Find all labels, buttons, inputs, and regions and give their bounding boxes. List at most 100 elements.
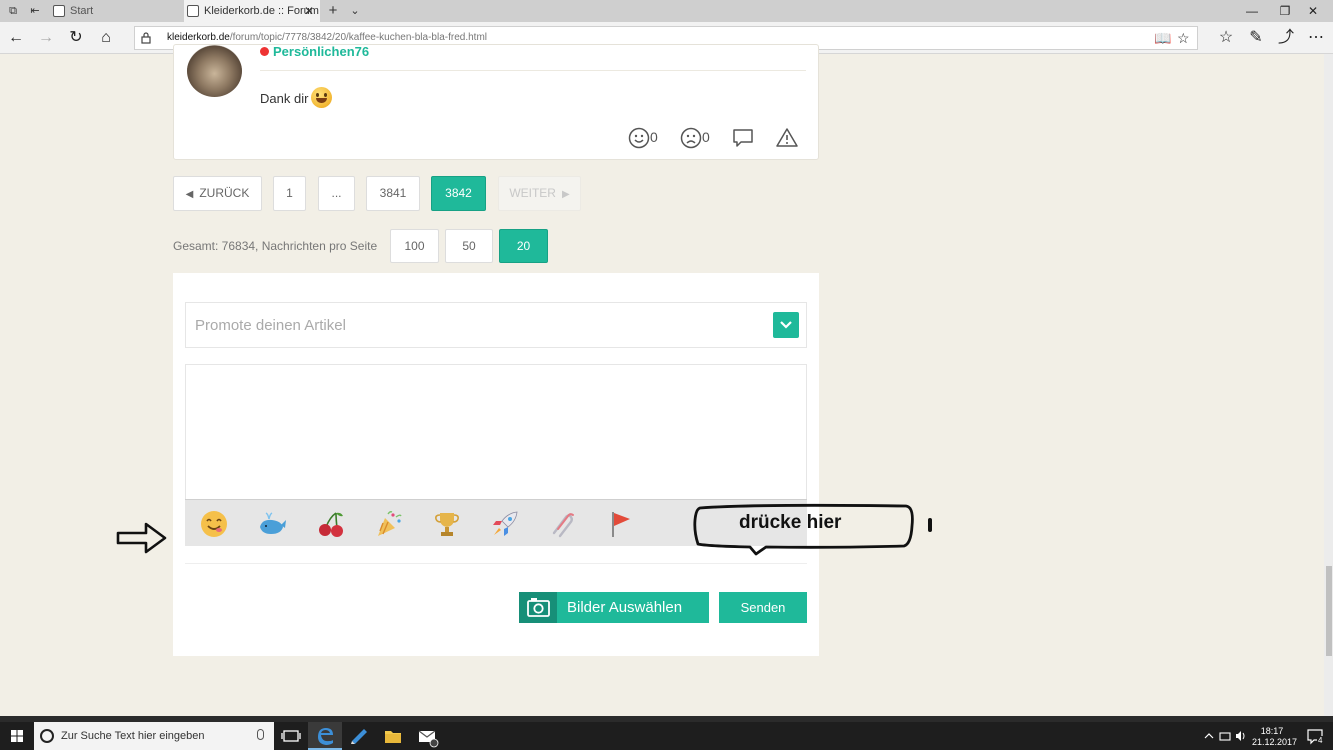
- windows-logo-icon: [11, 730, 23, 742]
- avatar[interactable]: [187, 45, 242, 97]
- sad-face-icon: [680, 128, 702, 149]
- party-popper-category-icon[interactable]: [374, 509, 404, 539]
- whale-category-icon[interactable]: [257, 509, 287, 539]
- tab-preview-chevron-icon[interactable]: ⌄: [348, 4, 362, 18]
- close-tab-icon[interactable]: ✕: [304, 0, 314, 22]
- flag-category-icon[interactable]: [606, 509, 636, 539]
- arrow-left-icon: ◀: [185, 189, 194, 200]
- tray-icons[interactable]: [1200, 722, 1252, 750]
- folder-icon: [385, 731, 401, 743]
- action-center-button[interactable]: 4: [1298, 722, 1333, 750]
- home-icon[interactable]: ⌂: [97, 29, 115, 47]
- taskbar-clock[interactable]: 18:17 21.12.2017: [1252, 726, 1298, 748]
- tab-actions-icon[interactable]: ⧉: [6, 4, 20, 18]
- notification-icon: [1307, 729, 1323, 745]
- like-count: 0: [650, 129, 658, 145]
- page-scrollbar-thumb[interactable]: [1326, 566, 1332, 656]
- send-button[interactable]: Senden: [719, 592, 807, 623]
- select-images-button[interactable]: Bilder Auswählen: [519, 592, 709, 623]
- per-page-100-button[interactable]: 100: [390, 229, 439, 263]
- start-tab-icon: [53, 5, 65, 17]
- edge-browser-taskbar-button[interactable]: [308, 722, 342, 750]
- reading-view-icon[interactable]: 📖: [1154, 30, 1171, 46]
- pagination-back-button[interactable]: ◀ ZURÜCK: [173, 176, 262, 211]
- cortana-circle-icon: [40, 729, 54, 743]
- smiley-category-icon[interactable]: [199, 509, 229, 539]
- forum-post: Persönlichen76 Dank dir 0 0: [173, 44, 819, 160]
- select-images-label: Bilder Auswählen: [567, 599, 683, 616]
- dislike-count: 0: [702, 129, 710, 145]
- taskbar-search-input[interactable]: Zur Suche Text hier eingeben: [34, 722, 274, 750]
- new-tab-icon[interactable]: +: [326, 3, 340, 18]
- taskbar-search-placeholder: Zur Suche Text hier eingeben: [61, 730, 205, 742]
- paperclip-category-icon[interactable]: [548, 509, 578, 539]
- more-menu-icon[interactable]: ⋯: [1307, 29, 1325, 47]
- report-button[interactable]: [776, 127, 798, 149]
- per-page-20-button[interactable]: 20: [499, 229, 548, 263]
- system-tray: [1200, 722, 1252, 750]
- annotation-mark: [928, 518, 932, 532]
- make-note-icon[interactable]: ✎: [1247, 29, 1265, 47]
- camera-icon: [527, 598, 550, 617]
- post-divider: [260, 70, 806, 71]
- reply-button[interactable]: [732, 127, 754, 149]
- edge-logo-icon: [318, 728, 333, 745]
- per-page-50-button[interactable]: 50: [445, 229, 493, 263]
- browser-tab-bar: ⧉ ⇤ Start Kleiderkorb.de :: Forum ✕ + ⌄ …: [0, 0, 1333, 22]
- file-explorer-taskbar-button[interactable]: [376, 722, 410, 750]
- editor-divider: [185, 563, 807, 564]
- page-ellipsis: ...: [318, 176, 355, 211]
- lock-icon: [141, 32, 151, 44]
- page-button-3842-current[interactable]: 3842: [431, 176, 486, 211]
- clock-date: 21.12.2017: [1252, 737, 1298, 747]
- refresh-icon[interactable]: ↻: [67, 29, 85, 47]
- smiley-face-icon: [628, 128, 650, 149]
- page-button-3841[interactable]: 3841: [366, 176, 420, 211]
- page-button-1[interactable]: 1: [273, 176, 306, 211]
- arrow-right-icon: ▶: [561, 189, 570, 200]
- annotation-arrow-icon: [116, 522, 167, 554]
- mail-icon: [418, 730, 439, 748]
- favorite-star-icon[interactable]: ☆: [1177, 30, 1190, 46]
- back-arrow-icon[interactable]: ←: [7, 29, 25, 47]
- rocket-category-icon[interactable]: [490, 509, 520, 539]
- like-reaction[interactable]: 0: [628, 127, 658, 149]
- tab-start-label: Start: [70, 5, 94, 17]
- notification-badge: 4: [1317, 736, 1324, 745]
- promote-article-select[interactable]: Promote deinen Artikel: [185, 302, 807, 348]
- post-text: Dank dir: [260, 87, 333, 108]
- tab-start[interactable]: Start: [50, 0, 180, 22]
- start-button[interactable]: [0, 722, 34, 750]
- annotation-text: drücke hier: [739, 512, 842, 533]
- post-username[interactable]: Persönlichen76: [260, 45, 369, 59]
- favorites-hub-icon[interactable]: ☆: [1217, 29, 1235, 47]
- tab-forum-label: Kleiderkorb.de :: Forum: [204, 5, 319, 17]
- dislike-reaction[interactable]: 0: [680, 127, 710, 149]
- warning-icon: [776, 128, 798, 148]
- windows-taskbar: Zur Suche Text hier eingeben 18:17 21.12…: [0, 716, 1333, 750]
- forward-arrow-icon[interactable]: →: [37, 29, 55, 47]
- trophy-category-icon[interactable]: [432, 509, 462, 539]
- clock-time: 18:17: [1260, 726, 1284, 736]
- page-tab-icon: [187, 5, 199, 17]
- message-textarea[interactable]: [185, 364, 807, 499]
- set-aside-tabs-icon[interactable]: ⇤: [28, 4, 42, 18]
- microphone-icon[interactable]: [257, 729, 264, 740]
- chevron-down-icon: [780, 321, 792, 329]
- promote-placeholder: Promote deinen Artikel: [195, 317, 346, 334]
- status-dot-icon: [260, 47, 269, 56]
- dropdown-chevron-button[interactable]: [773, 312, 799, 338]
- task-view-button[interactable]: [274, 722, 308, 750]
- share-icon[interactable]: ⤴: [1277, 29, 1295, 47]
- camera-button-segment: [519, 592, 557, 623]
- store-taskbar-button[interactable]: [342, 722, 376, 750]
- task-view-icon: [281, 730, 301, 742]
- comment-icon: [733, 129, 753, 148]
- cherries-category-icon[interactable]: [316, 509, 346, 539]
- mail-taskbar-button[interactable]: [410, 722, 444, 750]
- grinning-emoji-icon: [311, 87, 333, 108]
- pen-app-icon: [351, 729, 367, 744]
- tab-kleiderkorb-forum[interactable]: Kleiderkorb.de :: Forum ✕: [184, 0, 320, 22]
- close-window-icon[interactable]: ✕: [1290, 0, 1333, 22]
- total-messages-label: Gesamt: 76834, Nachrichten pro Seite: [173, 239, 378, 253]
